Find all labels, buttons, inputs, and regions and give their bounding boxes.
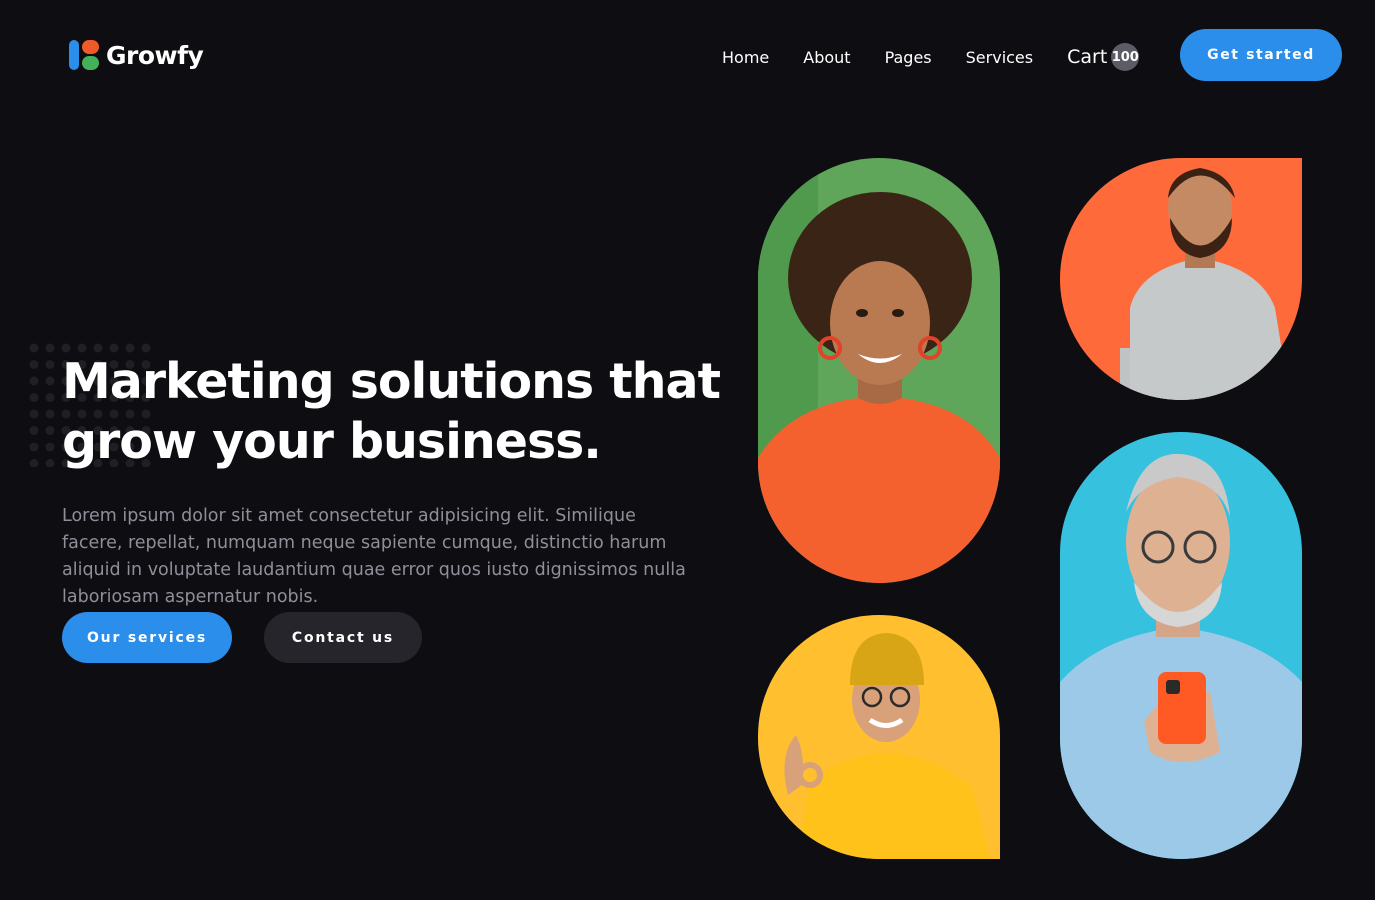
- get-started-button[interactable]: Get started: [1180, 29, 1342, 81]
- hero-title: Marketing solutions that grow your busin…: [62, 353, 721, 470]
- nav-link-services[interactable]: Services: [966, 48, 1033, 67]
- our-services-button[interactable]: Our services: [62, 612, 232, 663]
- nav-link-pages[interactable]: Pages: [885, 48, 932, 67]
- cart-count-badge: 100: [1111, 43, 1140, 71]
- man-in-beanie-portrait-photo: [758, 615, 1000, 859]
- nav-link-about[interactable]: About: [803, 48, 850, 67]
- cart-label: Cart: [1067, 46, 1108, 68]
- growfy-logo-icon: [68, 38, 102, 72]
- contact-us-button[interactable]: Contact us: [264, 612, 422, 663]
- woman-portrait-photo: [758, 158, 1000, 583]
- brand-name: Growfy: [106, 40, 204, 70]
- bearded-man-portrait-photo: [1060, 158, 1302, 400]
- cart-link[interactable]: Cart 100: [1067, 43, 1140, 71]
- nav-link-home[interactable]: Home: [722, 48, 769, 67]
- hero-description: Lorem ipsum dolor sit amet consectetur a…: [62, 506, 686, 607]
- main-navigation: Home About Pages Services Cart 100: [722, 43, 1140, 71]
- senior-man-with-phone-portrait-photo: [1060, 432, 1302, 859]
- brand-logo[interactable]: Growfy: [68, 38, 204, 72]
